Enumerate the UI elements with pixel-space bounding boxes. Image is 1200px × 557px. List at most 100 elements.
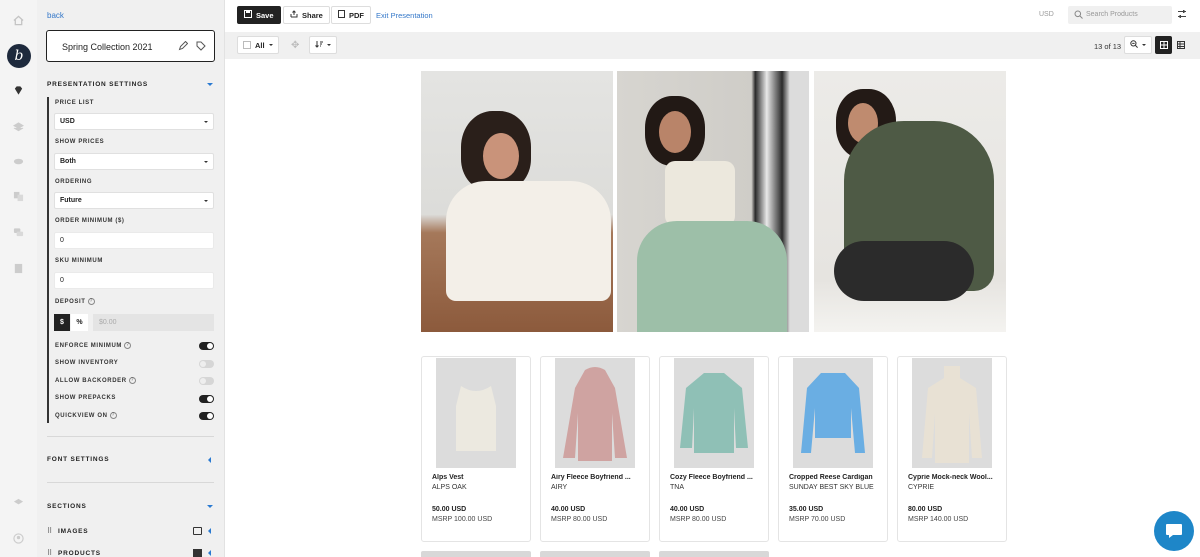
allow-backorder-toggle[interactable] [199, 377, 214, 385]
chevron-left-icon[interactable] [208, 528, 211, 534]
section-item-images[interactable]: IMAGES [58, 528, 88, 535]
show-prepacks-label: SHOW PREPACKS [55, 395, 117, 401]
pdf-button[interactable]: PDF [331, 6, 371, 24]
show-prices-select[interactable]: Both [54, 153, 214, 170]
deposit-percent-button[interactable]: % [71, 314, 88, 331]
top-bar: Save Share PDF Exit Presentation USD Sea… [225, 0, 1200, 32]
order-minimum-label: ORDER MINIMUM ($) [55, 218, 125, 224]
product-image [793, 358, 873, 468]
chevron-down-icon [1142, 44, 1146, 46]
copy-icon[interactable] [12, 190, 24, 202]
product-msrp: MSRP 140.00 USD [908, 516, 969, 523]
product-image [436, 358, 516, 468]
product-card-4[interactable]: Cyprie Mock-neck Wool... CYPRIE 80.00 US… [897, 356, 1007, 542]
product-price: 80.00 USD [908, 506, 943, 513]
image-icon [193, 527, 202, 535]
product-image [912, 358, 992, 468]
product-variant: CYPRIE [908, 484, 935, 491]
help-icon[interactable]: ? [128, 377, 136, 384]
garment-shape [680, 373, 748, 453]
checkbox[interactable] [243, 41, 251, 49]
back-link[interactable]: back [47, 11, 64, 20]
garment-shape [456, 386, 496, 451]
presentation-title-box[interactable]: Spring Collection 2021 [46, 30, 215, 62]
currency-label[interactable]: USD [1039, 11, 1054, 18]
product-msrp: MSRP 80.00 USD [551, 516, 608, 523]
grid-view-icon [1159, 41, 1168, 49]
select-all-dropdown[interactable]: All [237, 36, 279, 54]
diamond-icon[interactable] [12, 84, 24, 96]
show-prepacks-toggle[interactable] [199, 395, 214, 403]
product-variant: SUNDAY BEST SKY BLUE [789, 484, 874, 491]
product-card-1[interactable]: Airy Fleece Boyfriend ... AIRY 40.00 USD… [540, 356, 650, 542]
drag-handle-icon[interactable]: ⠿ [47, 550, 52, 557]
ordering-label: ORDERING [55, 179, 93, 185]
search-input[interactable]: Search Products [1068, 6, 1172, 24]
product-count: 13 of 13 [1094, 42, 1122, 51]
layers-icon[interactable] [12, 121, 24, 133]
deposit-input[interactable]: $0.00 [93, 314, 214, 331]
quickview-toggle[interactable] [199, 412, 214, 420]
show-prices-value: Both [60, 158, 76, 165]
chevron-down-icon [268, 44, 273, 46]
exit-presentation-link[interactable]: Exit Presentation [376, 11, 433, 20]
share-button[interactable]: Share [283, 6, 330, 24]
toggle-label: ALLOW BACKORDER [55, 378, 127, 385]
help-icon[interactable]: ? [87, 298, 95, 305]
sort-dropdown[interactable] [309, 36, 337, 54]
chat-bubbles-icon[interactable] [12, 226, 24, 238]
allow-backorder-label: ALLOW BACKORDER? [55, 377, 136, 384]
sort-icon [315, 40, 323, 50]
chevron-left-icon[interactable] [208, 457, 211, 463]
enforce-minimum-toggle[interactable] [199, 342, 214, 350]
move-icon[interactable]: ✥ [291, 40, 299, 51]
font-settings-header[interactable]: FONT SETTINGS [47, 456, 109, 463]
presentation-canvas: Alps Vest ALPS OAK 50.00 USD MSRP 100.00… [225, 59, 1200, 557]
divider [47, 482, 214, 483]
list-view-button[interactable] [1173, 36, 1189, 54]
graduation-cap-icon[interactable] [12, 496, 24, 508]
save-label: Save [256, 10, 274, 20]
sku-minimum-input[interactable]: 0 [54, 272, 214, 289]
price-list-value: USD [60, 118, 75, 125]
chat-launcher-button[interactable] [1154, 511, 1194, 551]
brand-logo-icon[interactable]: b [7, 44, 31, 68]
product-card-0[interactable]: Alps Vest ALPS OAK 50.00 USD MSRP 100.00… [421, 356, 531, 542]
price-list-select[interactable]: USD [54, 113, 214, 130]
chevron-left-icon[interactable] [208, 550, 211, 556]
pencil-icon[interactable] [178, 40, 189, 51]
section-item-products[interactable]: PRODUCTS [58, 550, 101, 557]
help-icon[interactable]: ? [124, 342, 131, 349]
chat-icon [1166, 524, 1182, 538]
show-inventory-toggle[interactable] [199, 360, 214, 368]
ordering-select[interactable]: Future [54, 192, 214, 209]
eye-icon[interactable] [12, 155, 24, 167]
help-icon[interactable]: ? [109, 412, 117, 419]
search-placeholder: Search Products [1086, 11, 1138, 18]
grid-view-button[interactable] [1155, 36, 1172, 54]
product-card-stub [540, 551, 650, 557]
home-icon[interactable] [12, 14, 24, 26]
zoom-dropdown[interactable] [1124, 36, 1152, 54]
hero-image-1[interactable] [421, 71, 613, 332]
hero-image-3[interactable] [814, 71, 1006, 332]
product-card-stub [659, 551, 769, 557]
sections-header[interactable]: SECTIONS [47, 503, 87, 510]
order-minimum-input[interactable]: 0 [54, 232, 214, 249]
product-variant: AIRY [551, 484, 568, 491]
presentation-settings-header[interactable]: PRESENTATION SETTINGS [47, 81, 148, 88]
product-card-3[interactable]: Cropped Reese Cardigan SUNDAY BEST SKY B… [778, 356, 888, 542]
product-card-2[interactable]: Cozy Fleece Boyfriend ... TNA 40.00 USD … [659, 356, 769, 542]
grid-icon [193, 549, 202, 557]
chevron-down-icon[interactable] [207, 505, 213, 508]
tag-icon[interactable] [196, 41, 206, 51]
hero-image-2[interactable] [617, 71, 809, 332]
chevron-down-icon[interactable] [207, 83, 213, 86]
document-icon [338, 10, 345, 20]
save-button[interactable]: Save [237, 6, 281, 24]
user-circle-icon[interactable] [12, 532, 24, 544]
filter-sliders-icon[interactable] [1177, 9, 1187, 19]
drag-handle-icon[interactable]: ⠿ [47, 528, 52, 535]
deposit-dollar-button[interactable]: $ [54, 314, 70, 331]
document-icon[interactable] [12, 262, 24, 274]
